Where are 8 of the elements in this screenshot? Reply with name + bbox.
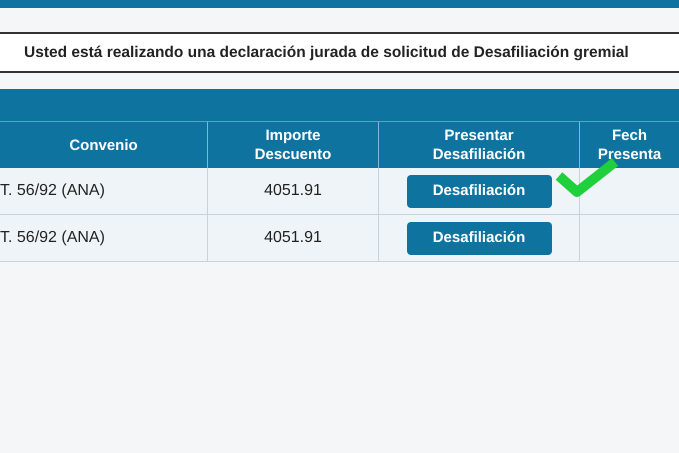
column-header: Convenio [68,136,139,156]
table-cell-text: T. 56/92 (ANA) [0,228,105,248]
table-cell-text: T. 56/92 (ANA) [0,181,105,201]
table-cell-text: 4051.91 [264,181,322,201]
notice-text: Usted está realizando una declaración jurada de solicitud de Desafiliación gremial [24,42,629,63]
desafiliacion-button[interactable]: Desafiliación [406,174,552,208]
table-cell-text: 4051.91 [264,228,322,248]
desafiliacion-button[interactable]: Desafiliación [406,222,552,254]
